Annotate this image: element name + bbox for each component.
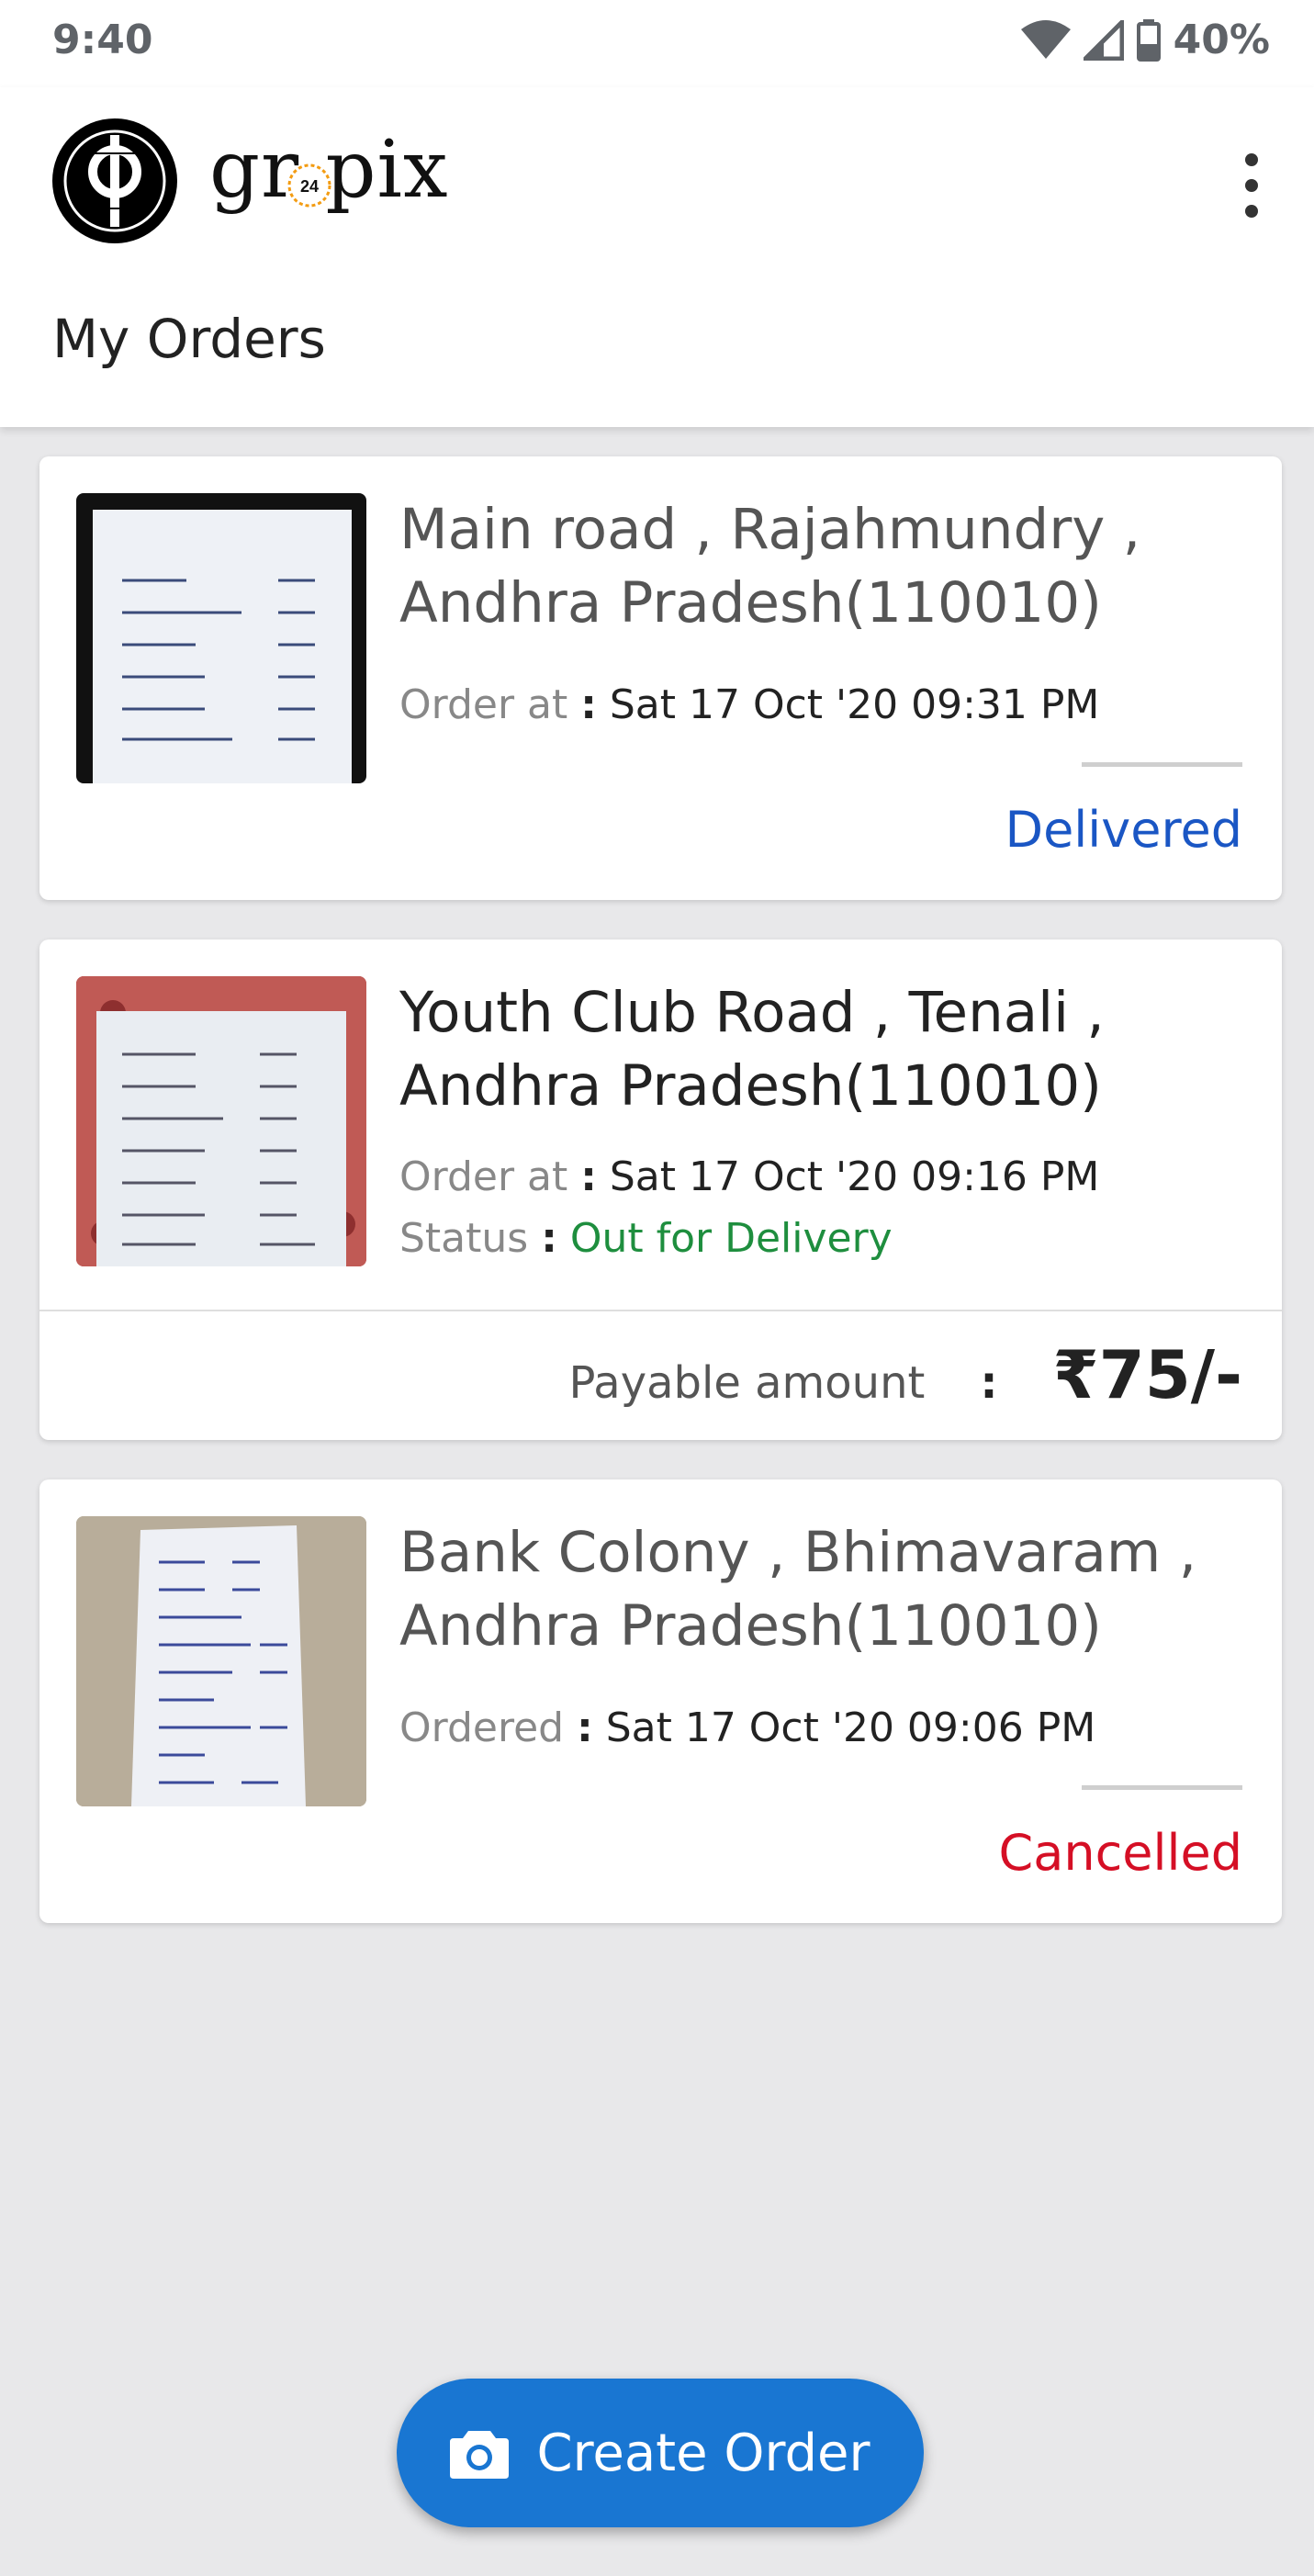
order-list-thumbnail bbox=[76, 493, 366, 783]
camera-icon bbox=[450, 2431, 510, 2479]
create-order-label: Create Order bbox=[536, 2423, 870, 2483]
order-date-label: Order at bbox=[399, 1153, 568, 1200]
order-date-row: Ordered: Sat 17 Oct '20 09:06 PM bbox=[399, 1704, 1096, 1751]
order-card[interactable]: Youth Club Road , Tenali , Andhra Prades… bbox=[39, 939, 1282, 1440]
order-status: Out for Delivery bbox=[569, 1215, 893, 1262]
order-date-row: Order at: Sat 17 Oct '20 09:31 PM bbox=[399, 681, 1100, 728]
order-list-thumbnail bbox=[76, 1516, 366, 1806]
divider bbox=[1082, 1785, 1242, 1790]
order-status: Delivered bbox=[1005, 801, 1242, 859]
svg-text:24: 24 bbox=[300, 177, 319, 196]
payable-row: Payable amount : ₹75/- bbox=[568, 1336, 1242, 1413]
order-date-value: Sat 17 Oct '20 09:31 PM bbox=[609, 681, 1100, 728]
order-status-row: Status: Out for Delivery bbox=[399, 1215, 893, 1262]
gropix-logo bbox=[52, 118, 177, 243]
battery-icon bbox=[1136, 18, 1161, 62]
more-options-icon[interactable] bbox=[1235, 153, 1268, 218]
payable-label: Payable amount bbox=[568, 1357, 926, 1409]
payable-amount: ₹75/- bbox=[1052, 1336, 1242, 1413]
battery-percent: 40% bbox=[1173, 17, 1270, 63]
divider bbox=[1082, 762, 1242, 767]
app-bar: gr pix 24 My Orders bbox=[0, 87, 1314, 427]
order-date-label: Order at bbox=[399, 681, 568, 728]
wifi-icon bbox=[1020, 19, 1071, 59]
card-divider bbox=[39, 1310, 1282, 1311]
brand-badge-24: 24 bbox=[287, 163, 331, 208]
order-card[interactable]: Bank Colony , Bhimavaram , Andhra Prades… bbox=[39, 1479, 1282, 1923]
order-date-value: Sat 17 Oct '20 09:06 PM bbox=[605, 1704, 1096, 1751]
signal-icon bbox=[1083, 19, 1124, 61]
page-title: My Orders bbox=[52, 308, 326, 370]
order-date-row: Order at: Sat 17 Oct '20 09:16 PM bbox=[399, 1153, 1100, 1200]
order-card[interactable]: Main road , Rajahmundry , Andhra Pradesh… bbox=[39, 456, 1282, 900]
order-address: Bank Colony , Bhimavaram , Andhra Prades… bbox=[399, 1520, 1197, 1659]
order-status: Cancelled bbox=[998, 1824, 1242, 1882]
status-time: 9:40 bbox=[52, 17, 153, 63]
order-list-thumbnail bbox=[76, 976, 366, 1266]
order-address: Youth Club Road , Tenali , Andhra Prades… bbox=[399, 980, 1105, 1119]
order-date-value: Sat 17 Oct '20 09:16 PM bbox=[609, 1153, 1100, 1200]
order-date-label: Ordered bbox=[399, 1704, 565, 1751]
order-status-label: Status bbox=[399, 1215, 529, 1262]
order-address: Main road , Rajahmundry , Andhra Pradesh… bbox=[399, 497, 1141, 636]
create-order-button[interactable]: Create Order bbox=[397, 2379, 924, 2527]
status-bar: 9:40 40% bbox=[0, 0, 1314, 87]
status-icons: 40% bbox=[1020, 17, 1270, 63]
